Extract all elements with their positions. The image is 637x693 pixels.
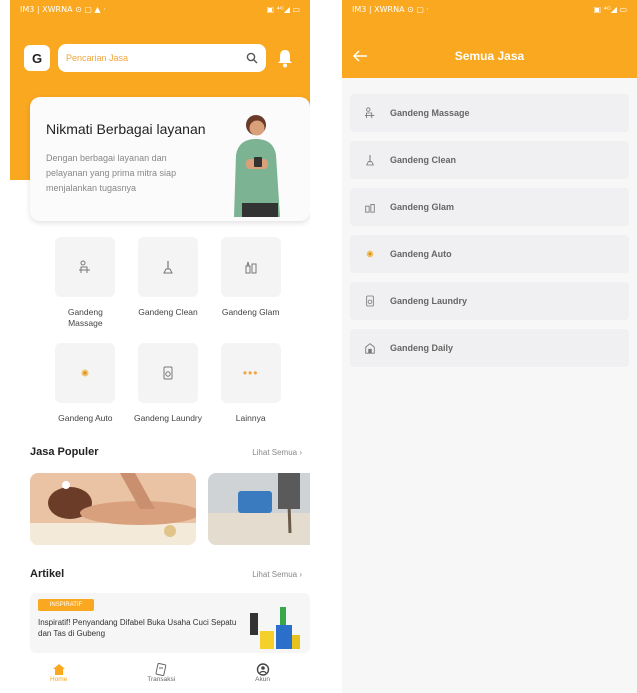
car-icon xyxy=(350,249,390,259)
search-row: G Pencarian Jasa xyxy=(24,44,296,72)
service-gandeng-clean[interactable]: Gandeng Clean xyxy=(127,237,210,329)
service-label: Gandeng Auto xyxy=(58,413,113,423)
list-item-label: Gandeng Daily xyxy=(390,343,454,353)
article-card[interactable]: INSPIRATIF Inspiratif! Penyandang Difabe… xyxy=(30,593,310,653)
promo-text: Dengan berbagai layanan dan pelayanan ya… xyxy=(46,153,177,193)
status-right: ▣ ⁴ᴳ◢ ▭ xyxy=(266,4,300,14)
list-item-label: Gandeng Massage xyxy=(390,108,470,118)
all-services-screen: IM3 | XWRNA ⊙ ▢ · ▣ ⁴ᴳ◢ ▭ Semua Jasa Gan… xyxy=(342,0,637,693)
article-thumbnail xyxy=(250,607,300,649)
laundry-icon xyxy=(350,295,390,307)
popular-see-all-link[interactable]: Lihat Semua › xyxy=(252,448,302,457)
home-screen: IM3 | XWRNA ⊙ ▢ ▲ · ▣ ⁴ᴳ◢ ▭ G Pencarian … xyxy=(10,0,310,693)
mop-icon xyxy=(350,154,390,166)
list-item-gandeng-daily[interactable]: Gandeng Daily xyxy=(350,329,629,367)
service-grid: Gandeng Massage Gandeng Clean Gandeng Gl… xyxy=(44,237,292,435)
massage-icon xyxy=(350,107,390,119)
service-label: Gandeng Clean xyxy=(138,307,198,317)
laundry-icon xyxy=(137,343,198,403)
search-input[interactable]: Pencarian Jasa xyxy=(58,44,266,72)
service-gandeng-glam[interactable]: Gandeng Glam xyxy=(209,237,292,329)
account-icon xyxy=(256,663,269,676)
list-item-label: Gandeng Glam xyxy=(390,202,455,212)
status-left: IM3 | XWRNA ⊙ ▢ · xyxy=(352,4,429,14)
title-row: Semua Jasa xyxy=(342,34,637,78)
article-title: Artikel xyxy=(30,568,65,580)
bottom-nav: Home Transaksi Akun xyxy=(10,653,310,693)
more-icon: ••• xyxy=(220,343,281,403)
nav-label: Akun xyxy=(255,676,270,683)
nav-transaksi[interactable]: Transaksi xyxy=(147,663,175,683)
search-icon[interactable] xyxy=(246,52,258,64)
popular-section-header: Jasa Populer Lihat Semua › xyxy=(30,446,302,458)
list-item-gandeng-laundry[interactable]: Gandeng Laundry xyxy=(350,282,629,320)
nav-akun[interactable]: Akun xyxy=(255,663,270,683)
all-services-list: Gandeng Massage Gandeng Clean Gandeng Gl… xyxy=(350,94,629,376)
list-item-label: Gandeng Laundry xyxy=(390,296,468,306)
mop-icon xyxy=(137,237,198,297)
service-label: Gandeng Laundry xyxy=(133,413,203,423)
status-bar: IM3 | XWRNA ⊙ ▢ · ▣ ⁴ᴳ◢ ▭ xyxy=(342,0,637,18)
list-item-gandeng-auto[interactable]: Gandeng Auto xyxy=(350,235,629,273)
service-label: Lainnya xyxy=(235,413,266,423)
daily-icon xyxy=(350,342,390,354)
article-section-header: Artikel Lihat Semua › xyxy=(30,568,302,580)
nav-label: Transaksi xyxy=(147,676,176,683)
promo-person-illustration xyxy=(234,115,280,217)
list-item-label: Gandeng Auto xyxy=(390,249,452,259)
promo-title: Nikmati Berbagai layanan xyxy=(46,121,206,137)
nav-home[interactable]: Home xyxy=(50,663,67,683)
page-title: Semua Jasa xyxy=(454,49,525,63)
transaction-icon xyxy=(155,663,167,676)
promo-banner[interactable]: Nikmati Berbagai layanan Dengan berbagai… xyxy=(30,97,310,221)
article-badge: INSPIRATIF xyxy=(38,599,94,611)
service-gandeng-laundry[interactable]: Gandeng Laundry xyxy=(127,343,210,435)
status-bar: IM3 | XWRNA ⊙ ▢ ▲ · ▣ ⁴ᴳ◢ ▭ xyxy=(10,0,310,18)
service-lainnya[interactable]: ••• Lainnya xyxy=(209,343,292,435)
status-left: IM3 | XWRNA ⊙ ▢ ▲ · xyxy=(20,4,106,14)
list-item-gandeng-clean[interactable]: Gandeng Clean xyxy=(350,141,629,179)
massage-icon xyxy=(55,237,116,297)
list-item-gandeng-massage[interactable]: Gandeng Massage xyxy=(350,94,629,132)
status-right: ▣ ⁴ᴳ◢ ▭ xyxy=(593,4,627,14)
list-item-gandeng-glam[interactable]: Gandeng Glam xyxy=(350,188,629,226)
popular-clean-image[interactable] xyxy=(208,473,310,545)
service-label: Gandeng Glam xyxy=(221,307,280,317)
makeup-icon xyxy=(220,237,281,297)
popular-carousel[interactable] xyxy=(30,473,310,545)
list-item-label: Gandeng Clean xyxy=(390,155,457,165)
service-gandeng-auto[interactable]: Gandeng Auto xyxy=(44,343,127,435)
nav-label: Home xyxy=(49,676,68,683)
arrow-left-icon[interactable] xyxy=(352,50,368,62)
service-gandeng-massage[interactable]: Gandeng Massage xyxy=(44,237,127,329)
search-placeholder: Pencarian Jasa xyxy=(66,53,129,63)
popular-title: Jasa Populer xyxy=(30,446,99,458)
app-logo: G xyxy=(24,45,50,71)
article-see-all-link[interactable]: Lihat Semua › xyxy=(252,570,302,579)
popular-massage-image[interactable] xyxy=(30,473,196,545)
all-services-header: IM3 | XWRNA ⊙ ▢ · ▣ ⁴ᴳ◢ ▭ Semua Jasa xyxy=(342,0,637,78)
home-icon xyxy=(52,664,65,675)
makeup-icon xyxy=(350,201,390,213)
bell-icon[interactable] xyxy=(274,48,296,68)
car-icon xyxy=(55,343,116,403)
service-label: Gandeng Massage xyxy=(67,307,103,328)
article-headline: Inspiratif! Penyandang Difabel Buka Usah… xyxy=(38,618,237,638)
